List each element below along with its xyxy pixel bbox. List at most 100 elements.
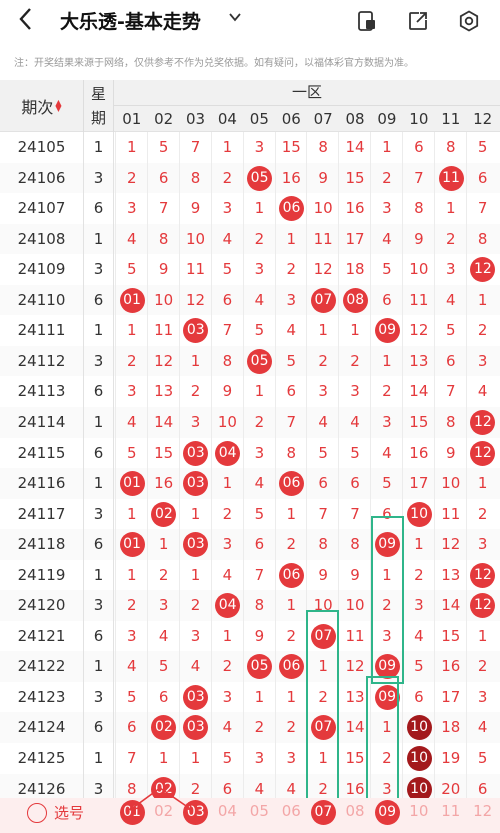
miss-count: 2	[350, 351, 360, 370]
miss-count: 1	[286, 687, 297, 706]
settings-icon[interactable]	[457, 9, 481, 33]
miss-count: 13	[441, 565, 461, 584]
miss-count: 1	[286, 596, 297, 615]
miss-count: 3	[477, 687, 488, 706]
miss-count: 12	[313, 260, 333, 279]
miss-count: 4	[318, 412, 328, 431]
miss-count: 2	[286, 260, 297, 279]
miss-count: 19	[441, 749, 461, 767]
miss-count: 13	[154, 382, 174, 401]
select-toggle[interactable]	[27, 803, 47, 823]
drawn-number-ball: 04	[215, 593, 241, 619]
miss-count: 18	[345, 260, 365, 279]
drawn-number-ball: 12	[470, 409, 496, 435]
issue-number: 24105	[0, 132, 84, 163]
share-icon[interactable]	[406, 9, 430, 33]
issue-number: 24108	[0, 223, 84, 255]
table-row: 24106 3 2 6 8 2 05 16 9 15 2 7 11 6	[0, 162, 500, 194]
miss-count: 5	[222, 260, 233, 279]
phone-screen-icon[interactable]	[355, 9, 379, 33]
issue-number: 24111	[0, 315, 84, 347]
select-label[interactable]: 选号	[54, 802, 84, 823]
table-row: 24105 1 1 5 7 1 3 15 8 14 1 6 8 5	[0, 132, 500, 163]
miss-count: 5	[414, 657, 424, 676]
miss-count: 2	[126, 351, 137, 370]
miss-count: 1	[158, 535, 169, 554]
miss-count: 12	[186, 290, 206, 309]
miss-count: 5	[158, 657, 169, 676]
week-column-header: 星 期	[84, 80, 114, 132]
selectable-number[interactable]: 12	[467, 802, 499, 820]
drawn-number-ball: 12	[470, 593, 496, 619]
table-row: 24118 6 01 1 03 3 6 2 8 8 09 1 12 3	[0, 529, 500, 561]
miss-count: 7	[126, 749, 137, 767]
column-header-08: 08	[345, 110, 365, 128]
drawn-number-ball: 03	[183, 532, 209, 558]
miss-count: 12	[154, 351, 174, 370]
column-header-07: 07	[313, 110, 333, 128]
issue-number: 24118	[0, 529, 84, 561]
miss-count: 3	[254, 443, 265, 462]
sort-icon[interactable]: ▲ ▼	[55, 99, 61, 113]
miss-count: 15	[281, 138, 301, 156]
selectable-number[interactable]: 11	[435, 802, 467, 820]
miss-count: 4	[350, 412, 360, 431]
miss-count: 1	[254, 199, 265, 218]
miss-count: 5	[382, 260, 392, 279]
connector-arrows	[129, 787, 193, 811]
miss-count: 15	[441, 626, 461, 645]
table-row: 24110 6 01 10 12 6 4 3 07 08 6 11 4 1	[0, 284, 500, 316]
weekday: 6	[84, 620, 114, 652]
miss-count: 8	[222, 351, 233, 370]
miss-count: 6	[254, 535, 265, 554]
miss-count: 1	[190, 351, 201, 370]
miss-count: 5	[477, 138, 488, 156]
drawn-number-ball: 03	[183, 440, 209, 466]
selected-number-ball[interactable]: 07	[310, 800, 336, 825]
selected-number-ball[interactable]: 09	[374, 800, 400, 825]
selectable-number[interactable]: 04	[212, 802, 244, 820]
table-row: 24121 6 3 4 3 1 9 2 07 11 3 4 15 1	[0, 620, 500, 652]
column-header-12: 12	[473, 110, 493, 128]
selectable-number[interactable]: 06	[276, 802, 308, 820]
drawn-number-ball: 02	[151, 715, 177, 741]
miss-count: 9	[318, 168, 328, 187]
miss-count: 3	[126, 199, 137, 218]
column-header-01: 01	[122, 110, 142, 128]
miss-count: 2	[286, 626, 297, 645]
miss-count: 9	[445, 443, 456, 462]
issue-column-header[interactable]: 期次 ▲ ▼	[0, 80, 84, 132]
miss-count: 15	[345, 168, 365, 187]
back-icon[interactable]	[18, 6, 34, 39]
miss-count: 1	[222, 474, 233, 493]
miss-count: 9	[414, 229, 424, 248]
weekday: 6	[84, 284, 114, 316]
drawn-number-ball: 03	[183, 318, 209, 344]
miss-count: 9	[222, 382, 233, 401]
miss-count: 3	[126, 626, 137, 645]
number-column-headers: 01 02 03 04 05 06 07 08 09 10 11 12	[116, 106, 500, 132]
miss-count: 3	[254, 138, 265, 156]
miss-count: 16	[281, 168, 301, 187]
miss-count: 3	[286, 749, 297, 767]
chevron-down-icon[interactable]	[228, 10, 242, 28]
miss-count: 7	[158, 199, 169, 218]
miss-count: 14	[345, 138, 365, 156]
selectable-number[interactable]: 05	[244, 802, 276, 820]
miss-count: 3	[414, 596, 424, 615]
selectable-number[interactable]: 10	[403, 802, 435, 820]
miss-count: 4	[414, 626, 424, 645]
miss-count: 8	[350, 535, 360, 554]
miss-count: 6	[158, 168, 169, 187]
miss-count: 3	[382, 199, 392, 218]
miss-count: 8	[445, 412, 456, 431]
miss-count: 7	[254, 565, 265, 584]
miss-count: 2	[445, 229, 456, 248]
miss-count: 17	[441, 687, 461, 706]
miss-count: 5	[350, 443, 360, 462]
miss-count: 2	[126, 168, 137, 187]
page-title[interactable]: 大乐透-基本走势	[60, 7, 201, 34]
miss-count: 1	[254, 382, 265, 401]
miss-count: 8	[445, 138, 456, 156]
selectable-number[interactable]: 08	[339, 802, 371, 820]
